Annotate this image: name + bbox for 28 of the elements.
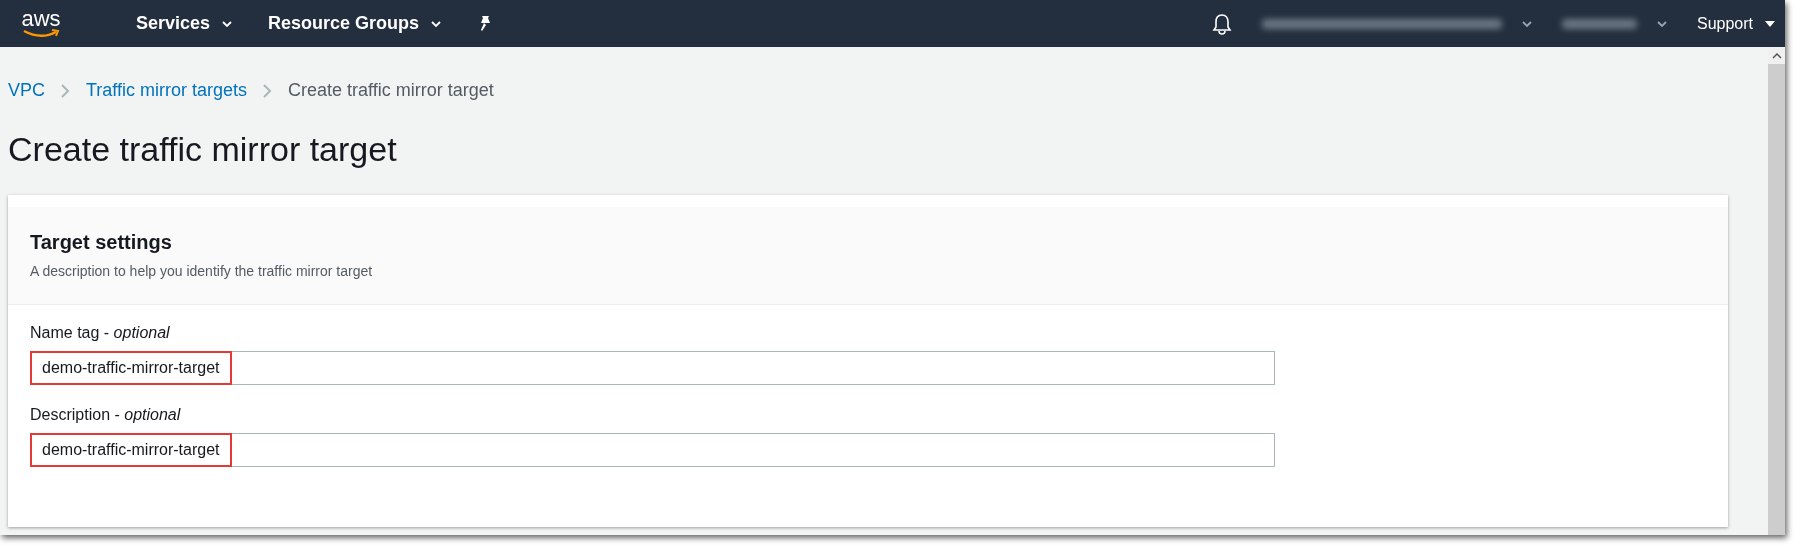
field-value: demo-traffic-mirror-target <box>30 432 232 467</box>
blurred-account-menu[interactable] <box>1261 18 1532 29</box>
nav-menu-button[interactable]: Resource Groups <box>268 10 442 37</box>
caret-icon <box>1765 20 1775 27</box>
caret-icon <box>222 20 233 27</box>
support-menu-button[interactable]: Support <box>1696 11 1775 36</box>
breadcrumb-current: Create traffic mirror target <box>288 79 494 102</box>
caret-icon <box>431 20 442 27</box>
nav-menu-button[interactable]: Services <box>136 10 233 37</box>
chevron-right-icon <box>61 83 70 98</box>
breadcrumb-link[interactable]: VPC <box>8 77 45 104</box>
field-value: demo-traffic-mirror-target <box>30 350 232 385</box>
field-label: Description - optional <box>30 405 181 423</box>
scrollbar[interactable] <box>1768 47 1785 535</box>
card-description: A description to help you identify the traffic mirror target <box>30 261 374 281</box>
logo[interactable]: aws <box>16 9 66 38</box>
text-input-field[interactable]: demo-traffic-mirror-target <box>30 432 1275 467</box>
chevron-right-icon <box>263 83 273 98</box>
breadcrumb-link[interactable]: Traffic mirror targets <box>86 77 248 104</box>
notification-bell-icon[interactable] <box>1211 12 1232 35</box>
caret-icon <box>1656 20 1667 27</box>
caret-icon <box>1521 20 1532 27</box>
blurred-region-menu[interactable] <box>1561 18 1667 29</box>
scroll-up-icon[interactable] <box>1771 52 1782 59</box>
field-label: Name tag - optional <box>30 323 170 341</box>
page-title: Create traffic mirror target <box>8 129 398 170</box>
card-title: Target settings <box>30 229 173 255</box>
text-input-field[interactable]: demo-traffic-mirror-target <box>30 350 1275 385</box>
